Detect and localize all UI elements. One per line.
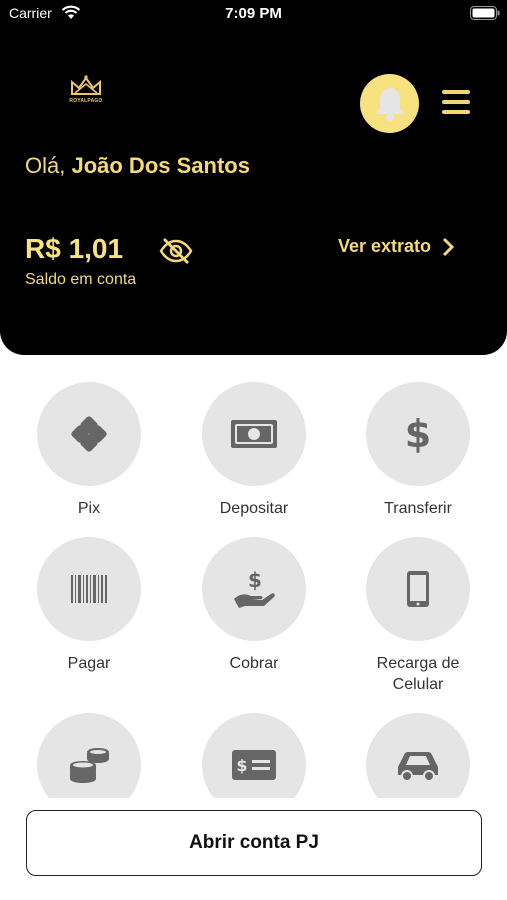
menu-bar <box>442 110 470 114</box>
balance-label: Saldo em conta <box>25 271 137 288</box>
action-pagar[interactable]: Pagar <box>19 537 159 674</box>
action-circle[interactable] <box>37 382 141 486</box>
greeting: Olá, João Dos Santos <box>25 153 250 179</box>
svg-text:$: $ <box>236 756 247 775</box>
banknote-icon <box>231 420 277 448</box>
action-label: Cobrar <box>229 655 279 672</box>
battery-icon <box>470 6 500 20</box>
car-icon <box>398 752 438 782</box>
coins-icon <box>70 748 109 783</box>
clock: 7:09 PM <box>225 5 282 22</box>
action-transferir[interactable]: $ Transferir <box>348 382 488 519</box>
action-circle[interactable] <box>202 382 306 486</box>
user-name: João Dos Santos <box>71 153 250 178</box>
menu-bar <box>442 90 470 94</box>
menu-bar <box>442 100 470 104</box>
action-pix[interactable]: Pix <box>19 382 159 519</box>
bell-icon <box>375 87 404 121</box>
action-circle[interactable] <box>366 537 470 641</box>
balance-amount: R$ 1,01 <box>25 233 124 264</box>
status-bar: Carrier 7:09 PM <box>0 0 507 30</box>
action-recarga-celular[interactable]: Recarga de Celular <box>348 537 488 695</box>
brand-logo-text: ROYALPAGO <box>69 98 103 104</box>
pix-icon <box>71 416 107 452</box>
action-depositar[interactable]: Depositar <box>184 382 324 519</box>
greeting-prefix: Olá, <box>25 153 72 178</box>
action-label: Recarga de Celular <box>376 655 460 693</box>
chevron-right-icon <box>443 237 455 256</box>
action-label: Pix <box>77 500 101 517</box>
header: Carrier 7:09 PM ROYALPAGO Olá, João Dos … <box>0 0 507 355</box>
action-label: Transferir <box>384 500 452 517</box>
open-pj-account-button[interactable]: Abrir conta PJ <box>26 810 482 876</box>
hand-money-icon: $ <box>234 568 275 608</box>
svg-text:$: $ <box>405 412 431 456</box>
statement-link[interactable]: Ver extrato <box>338 236 455 257</box>
check-card-icon: $ <box>232 750 276 780</box>
crown-icon <box>71 75 101 95</box>
notifications-button[interactable] <box>360 74 419 133</box>
svg-text:$: $ <box>248 568 262 592</box>
action-circle[interactable]: $ <box>366 382 470 486</box>
phone-icon <box>407 571 429 607</box>
eye-off-icon[interactable] <box>158 236 194 266</box>
action-label: Depositar <box>219 500 289 517</box>
action-cobrar[interactable]: $ Cobrar <box>184 537 324 674</box>
dollar-icon: $ <box>405 412 431 456</box>
menu-button[interactable] <box>442 90 470 116</box>
statement-link-label: Ver extrato <box>338 236 432 256</box>
action-circle[interactable]: $ <box>202 537 306 641</box>
brand-logo: ROYALPAGO <box>64 74 108 106</box>
action-label: Pagar <box>67 655 111 672</box>
barcode-icon <box>71 575 107 603</box>
action-circle[interactable] <box>37 537 141 641</box>
